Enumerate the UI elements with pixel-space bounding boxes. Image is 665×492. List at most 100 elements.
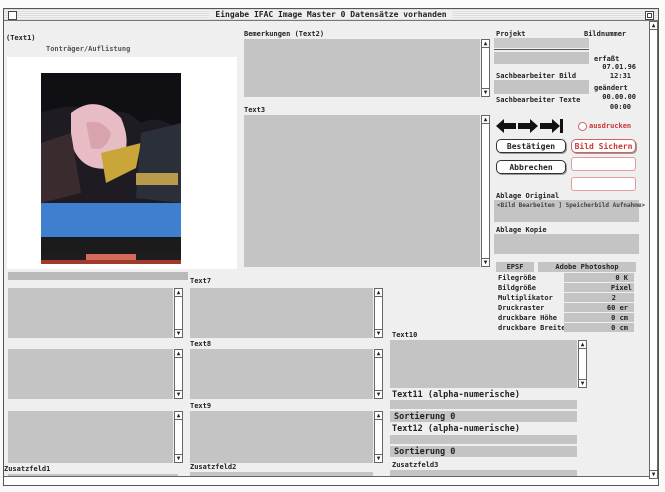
spec-label: druckbare Höhe <box>498 314 558 322</box>
text12-field[interactable] <box>390 435 577 444</box>
bemerkungen-field[interactable] <box>244 39 480 97</box>
sachbearbeiter-bild-label: Sachbearbeiter Bild <box>496 72 577 80</box>
prev-arrow-icon[interactable] <box>496 119 516 133</box>
spec-value: 0 cm <box>611 314 628 322</box>
text12-label: Text12 (alpha-numerische) <box>392 424 520 434</box>
erfasst-label: erfaßt <box>594 55 620 63</box>
sortierung2-label: Sortierung 0 <box>394 447 456 457</box>
spec-value: 2 <box>611 294 616 302</box>
text10-label: Text10 <box>392 331 418 339</box>
scroll-down-icon[interactable]: ▼ <box>175 329 182 337</box>
bemerkungen-label: Bemerkungen (Text2) <box>244 30 325 38</box>
text8-scrollbar[interactable]: ▲ ▼ <box>374 349 383 399</box>
erfasst-time: 12:31 <box>609 72 631 80</box>
text7-scrollbar[interactable]: ▲ ▼ <box>374 288 383 338</box>
ablage-kopie-label: Ablage Kopie <box>496 226 547 234</box>
scroll-up-icon[interactable]: ▲ <box>375 350 382 358</box>
title-bar[interactable]: Eingabe IFAC Image Master 0 Datensätze v… <box>4 9 658 21</box>
next-arrow-icon[interactable] <box>518 119 538 133</box>
erfasst-date: 07.01.96 <box>602 63 636 71</box>
spec-label: Filegröße <box>498 274 536 282</box>
spec-label: Multiplikator <box>498 294 553 302</box>
projekt-underline <box>494 49 589 50</box>
sachbearbeiter-texte-field[interactable] <box>494 80 589 94</box>
text6-field[interactable] <box>8 411 173 463</box>
text3-scrollbar[interactable]: ▲ ▼ <box>481 115 490 267</box>
bildnummer-label: Bildnummer <box>584 30 627 38</box>
bild-sichern-button[interactable]: Bild Sichern <box>571 139 636 153</box>
scroll-down-icon[interactable]: ▼ <box>579 379 586 387</box>
scroll-down-icon[interactable]: ▼ <box>650 470 657 478</box>
scroll-down-icon[interactable]: ▼ <box>175 390 182 398</box>
window-title: Eingabe IFAC Image Master 0 Datensätze v… <box>209 10 453 19</box>
tab-epsf[interactable]: EPSF <box>496 262 534 272</box>
zusatzfeld2-label: Zusatzfeld2 <box>190 463 237 471</box>
text10-scrollbar[interactable]: ▲ ▼ <box>578 340 587 388</box>
text6-scrollbar[interactable]: ▲ ▼ <box>174 411 183 463</box>
strip-top-left <box>8 272 188 280</box>
bestaetigen-button[interactable]: Bestätigen <box>496 139 566 153</box>
sachbearbeiter-texte-label: Sachbearbeiter Texte <box>496 96 581 104</box>
ablage-kopie-field[interactable] <box>494 234 639 254</box>
text5-scrollbar[interactable]: ▲ ▼ <box>174 349 183 399</box>
bemerkungen-scrollbar[interactable]: ▲ ▼ <box>481 39 490 97</box>
close-box-icon[interactable] <box>8 11 17 20</box>
scroll-down-icon[interactable]: ▼ <box>482 88 489 96</box>
horizontal-scrollbar[interactable] <box>4 476 658 485</box>
photo-artwork <box>41 73 181 264</box>
sachbearbeiter-bild-field[interactable] <box>494 52 589 64</box>
spec-value: 0 cm <box>611 324 628 332</box>
nav-arrows <box>496 119 563 133</box>
text4-field[interactable] <box>8 288 173 338</box>
projekt-label: Projekt <box>496 30 526 38</box>
scroll-up-icon[interactable]: ▲ <box>482 116 489 124</box>
abbrechen-button[interactable]: Abbrechen <box>496 160 566 174</box>
main-window: Eingabe IFAC Image Master 0 Datensätze v… <box>3 8 659 486</box>
text10-field[interactable] <box>390 340 577 388</box>
spec-value: Pixel <box>610 284 632 292</box>
text9-field[interactable] <box>190 411 373 463</box>
scroll-down-icon[interactable]: ▼ <box>175 454 182 462</box>
scroll-down-icon[interactable]: ▼ <box>482 258 489 266</box>
text11-field[interactable] <box>390 400 577 409</box>
text7-label: Text7 <box>190 277 212 285</box>
scroll-up-icon[interactable]: ▲ <box>482 40 489 48</box>
pink-field-1[interactable] <box>571 157 636 171</box>
scroll-up-icon[interactable]: ▲ <box>175 289 182 297</box>
scroll-up-icon[interactable]: ▲ <box>175 412 182 420</box>
text3-label: Text3 <box>244 106 266 114</box>
zusatzfeld3-label: Zusatzfeld3 <box>392 461 439 469</box>
text9-scrollbar[interactable]: ▲ ▼ <box>374 411 383 463</box>
scroll-up-icon[interactable]: ▲ <box>650 22 657 30</box>
preview-image <box>41 73 181 264</box>
text8-field[interactable] <box>190 349 373 399</box>
text4-scrollbar[interactable]: ▲ ▼ <box>174 288 183 338</box>
projekt-field[interactable] <box>494 38 589 48</box>
spec-value: 0 K <box>615 274 628 282</box>
text7-field[interactable] <box>190 288 373 338</box>
scroll-up-icon[interactable]: ▲ <box>579 341 586 349</box>
text3-field[interactable] <box>244 115 480 267</box>
text1-label: (Text1) <box>6 34 36 42</box>
ausdrucken-radio[interactable] <box>578 122 587 131</box>
ausdrucken-label: ausdrucken <box>589 122 632 130</box>
scroll-down-icon[interactable]: ▼ <box>375 390 382 398</box>
pink-field-2[interactable] <box>571 177 636 191</box>
spec-label: Druckraster <box>498 304 545 312</box>
scroll-up-icon[interactable]: ▲ <box>375 289 382 297</box>
sortierung1-label: Sortierung 0 <box>394 412 456 422</box>
scroll-up-icon[interactable]: ▲ <box>175 350 182 358</box>
zusatzfeld1-label: Zusatzfeld1 <box>4 465 51 473</box>
tab-photoshop[interactable]: Adobe Photoshop <box>538 262 636 272</box>
spec-label: Bildgröße <box>498 284 536 292</box>
last-arrow-icon[interactable] <box>540 119 563 133</box>
ablage-original-label: Ablage Original <box>496 192 560 200</box>
scroll-up-icon[interactable]: ▲ <box>375 412 382 420</box>
geaendert-date: 00.00.00 <box>602 93 636 101</box>
scroll-down-icon[interactable]: ▼ <box>375 454 382 462</box>
zoom-box-icon[interactable] <box>645 11 654 20</box>
vertical-scrollbar[interactable]: ▲ ▼ <box>649 21 658 479</box>
scroll-down-icon[interactable]: ▼ <box>375 329 382 337</box>
text5-field[interactable] <box>8 349 173 399</box>
geaendert-time: 00:00 <box>609 103 631 111</box>
